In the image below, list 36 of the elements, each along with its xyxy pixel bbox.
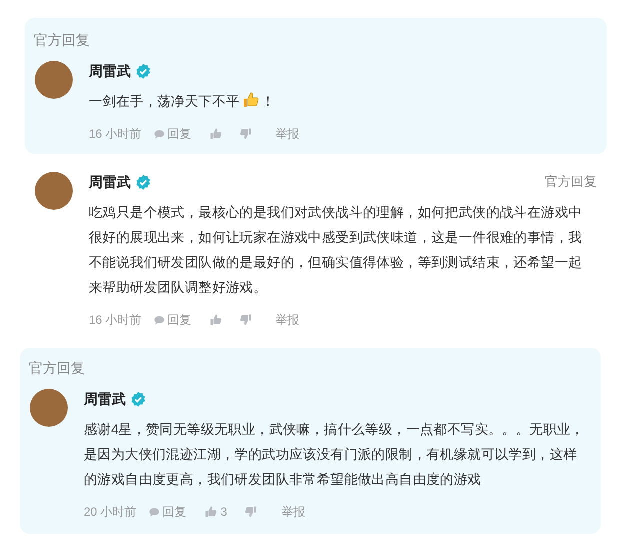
dislike-button[interactable] [245,506,258,518]
avatar-photo [35,61,73,99]
author-name[interactable]: 周雷武 [89,172,131,192]
report-button[interactable]: 举报 [281,503,306,521]
author-name[interactable]: 周雷武 [84,388,126,410]
report-button[interactable]: 举报 [276,311,300,329]
reply-text: 一剑在手，荡净天下不平 ！ [89,91,276,111]
like-button[interactable] [210,128,222,140]
chat-bubble-icon [154,314,165,326]
official-reply-label: 官方回复 [28,359,86,378]
thumbs-down-icon [240,314,252,326]
official-reply-label: 官方回复 [33,31,91,50]
timestamp: 20 小时前 [84,504,137,521]
thumbs-up-icon [210,314,222,326]
chat-bubble-icon [154,128,165,140]
timestamp: 16 小时前 [89,126,142,143]
author-name[interactable]: 周雷武 [89,60,131,82]
thumbs-up-icon [204,506,217,518]
thumbs-down-icon [245,506,258,518]
dislike-button[interactable] [240,314,252,326]
thumbs-up-icon [210,128,222,140]
official-reply-label: 官方回复 [545,173,597,192]
report-button[interactable]: 举报 [276,125,300,143]
reply-text: 感谢4星，赞同无等级无职业，武侠嘛，搞什么等级，一点都不写实。。。无职业，是因为大侠们混迹江湖，学的武功应该没有门派的限制，有机缘就可以学到，这样的游戏自由度更高，我们研发团队非常希望能做出高自由度的游戏 [84,421,586,489]
reply-button[interactable]: 回复 [154,311,192,329]
reply-button[interactable]: 回复 [148,503,187,521]
reply-text: 吃鸡只是个模式，最核心的是我们对武侠战斗的理解，如何把武侠的战斗在游戏中很好的展现出来，如何让玩家在游戏中感受到武侠味道，这是一件很难的事情，我不能说我们研发团队做的是最好的，但确实值得体验，等到测试结束，还希望一起来帮助研发团队调整好游戏。 [89,204,584,297]
avatar-photo [35,172,73,210]
dislike-button[interactable] [240,128,252,140]
reply-button[interactable]: 回复 [154,125,192,143]
like-button[interactable] [210,314,222,326]
avatar-photo [30,389,68,427]
timestamp: 16 小时前 [89,312,142,329]
like-button[interactable]: 3 [204,503,228,521]
chat-bubble-icon [148,506,160,518]
thumbs-down-icon [240,128,252,140]
